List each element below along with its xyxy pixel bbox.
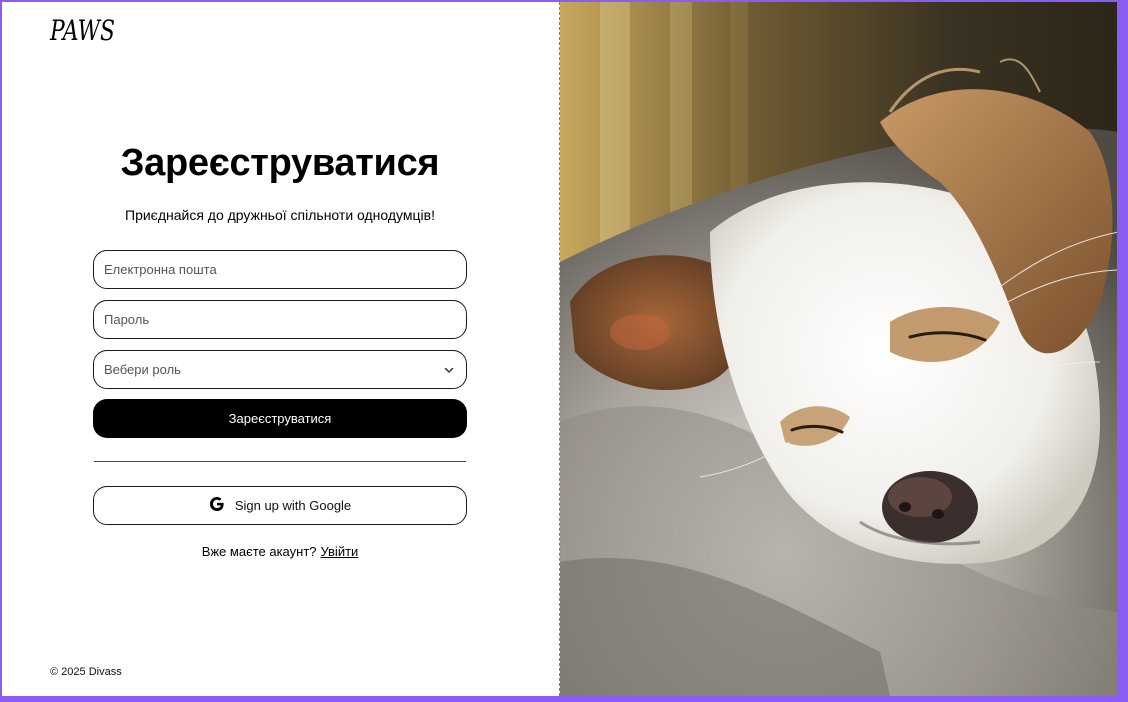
page-title: Зареєструватися [120, 142, 440, 184]
footer-copyright: © 2025 Divass [50, 666, 122, 678]
brand-logo[interactable]: PAWS [50, 14, 115, 47]
hero-image [559, 2, 1117, 696]
page-subtitle: Приєднайся до дружньої спільноти однодум… [125, 207, 435, 223]
login-link[interactable]: Увійти [321, 544, 359, 559]
divider [94, 461, 466, 462]
signup-button[interactable]: Зареєструватися [93, 399, 467, 438]
password-input[interactable] [104, 312, 456, 327]
role-select-value: Вебери роль [104, 362, 181, 377]
google-icon [209, 496, 225, 515]
sleeping-dog-image [560, 2, 1117, 696]
email-input[interactable] [104, 262, 456, 277]
password-field[interactable] [93, 300, 467, 339]
role-select[interactable]: Вебери роль [93, 350, 467, 389]
login-prompt-text: Вже маєте акаунт? [201, 544, 317, 559]
login-prompt-row: Вже маєте акаунт? Увійти [2, 544, 558, 559]
chevron-down-icon [442, 363, 456, 377]
google-signup-label: Sign up with Google [234, 498, 352, 513]
email-field[interactable] [93, 250, 467, 289]
signup-panel: PAWS Зареєструватися Приєднайся до дружн… [2, 2, 558, 696]
google-signup-button[interactable]: Sign up with Google [93, 486, 467, 525]
